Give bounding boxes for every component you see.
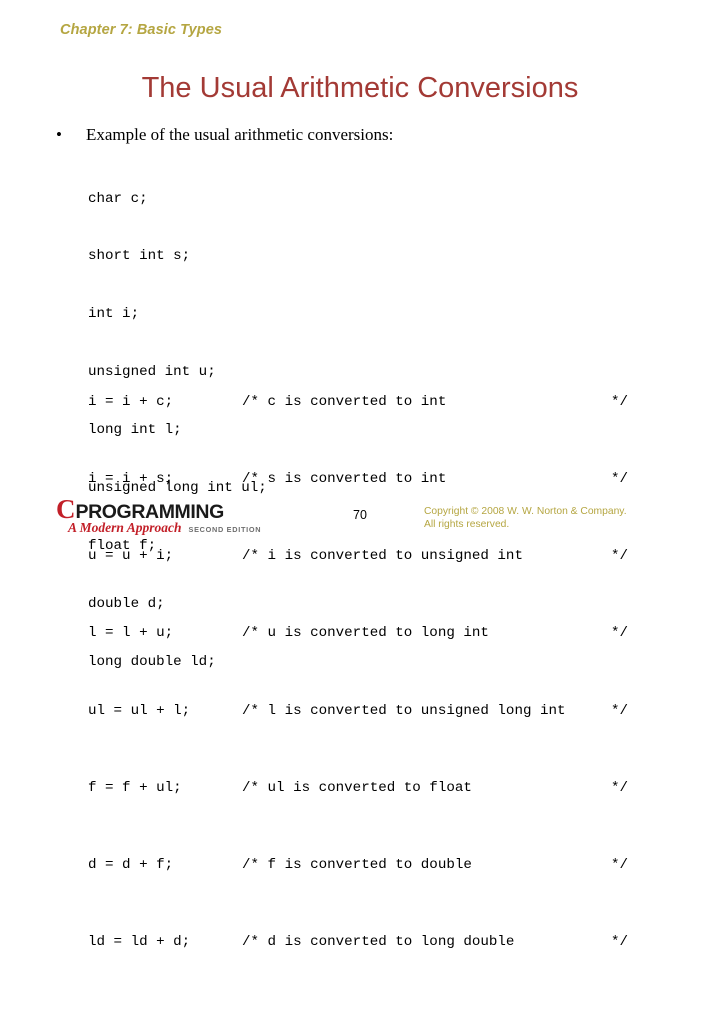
code-statement: ul = ul + l; <box>88 702 191 719</box>
comment-text: c is converted to int <box>259 393 447 410</box>
chapter-header: Chapter 7: Basic Types <box>60 22 223 38</box>
page-number: 70 <box>353 508 367 522</box>
statements-code-block: i = i + c; /* c is converted to int */ i… <box>88 335 628 1010</box>
code-line: ld = ld + d; /* d is converted to long d… <box>88 933 628 952</box>
copyright-line-1: Copyright © 2008 W. W. Norton & Company. <box>424 506 627 517</box>
code-statement: i = i + s; <box>88 471 174 488</box>
comment-text: f is converted to double <box>259 857 472 874</box>
code-line: d = d + f; /* f is converted to double *… <box>88 856 628 875</box>
comment-close-token: */ <box>610 934 628 951</box>
code-line: char c; <box>88 190 148 207</box>
code-line: l = l + u; /* u is converted to long int… <box>88 624 628 643</box>
code-line: i = i + s; /* s is converted to int */ <box>88 470 628 489</box>
logo-subtitle: A Modern Approach <box>68 520 182 535</box>
code-statement: u = u + i; <box>88 548 174 565</box>
comment-text: ul is converted to float <box>259 779 472 796</box>
comment-close-token: */ <box>610 471 628 488</box>
comment-text: s is converted to int <box>259 471 447 488</box>
comment-close-token: */ <box>610 779 628 796</box>
comment-open-token: /* <box>242 393 260 410</box>
comment-text: l is converted to unsigned long int <box>259 702 566 719</box>
comment-open-token: /* <box>242 857 260 874</box>
bullet-item: • Example of the usual arithmetic conver… <box>56 124 676 146</box>
code-statement: l = l + u; <box>88 625 174 642</box>
code-statement: f = f + ul; <box>88 779 182 796</box>
code-line: short int s; <box>88 248 191 265</box>
page-title: The Usual Arithmetic Conversions <box>141 72 579 104</box>
comment-text: u is converted to long int <box>259 625 489 642</box>
comment-text: i is converted to unsigned int <box>259 548 523 565</box>
code-line: int i; <box>88 306 140 323</box>
logo-subtitle-line: A Modern Approach SECOND EDITION <box>68 521 316 537</box>
comment-close-token: */ <box>610 857 628 874</box>
comment-open-token: /* <box>242 779 260 796</box>
comment-open-token: /* <box>242 548 260 565</box>
copyright-line-2: All rights reserved. <box>424 518 510 530</box>
copyright-notice: Copyright © 2008 W. W. Norton & Company.… <box>424 506 627 531</box>
comment-close-token: */ <box>610 548 628 565</box>
code-statement: d = d + f; <box>88 857 174 874</box>
code-line: u = u + i; /* i is converted to unsigned… <box>88 547 628 566</box>
comment-open-token: /* <box>242 702 260 719</box>
code-statement: ld = ld + d; <box>88 934 191 951</box>
logo-c-letter-icon: C <box>56 494 75 524</box>
comment-open-token: /* <box>242 934 260 951</box>
comment-open-token: /* <box>242 471 260 488</box>
comment-open-token: /* <box>242 625 260 642</box>
slide-canvas: Chapter 7: Basic Types The Usual Arithme… <box>0 0 720 950</box>
book-logo: C PROGRAMMING A Modern Approach SECOND E… <box>56 494 316 538</box>
comment-close-token: */ <box>610 702 628 719</box>
logo-title-line: C PROGRAMMING <box>56 494 316 524</box>
comment-text: d is converted to long double <box>259 934 515 951</box>
code-line: ul = ul + l; /* l is converted to unsign… <box>88 702 628 721</box>
bullet-point-icon: • <box>56 125 62 144</box>
code-line: i = i + c; /* c is converted to int */ <box>88 393 628 412</box>
code-line: f = f + ul; /* ul is converted to float … <box>88 779 628 798</box>
logo-edition-label: SECOND EDITION <box>188 525 262 534</box>
bullet-item-label: Example of the usual arithmetic conversi… <box>86 125 394 144</box>
comment-close-token: */ <box>610 625 628 642</box>
code-statement: i = i + c; <box>88 393 174 410</box>
comment-close-token: */ <box>610 393 628 410</box>
